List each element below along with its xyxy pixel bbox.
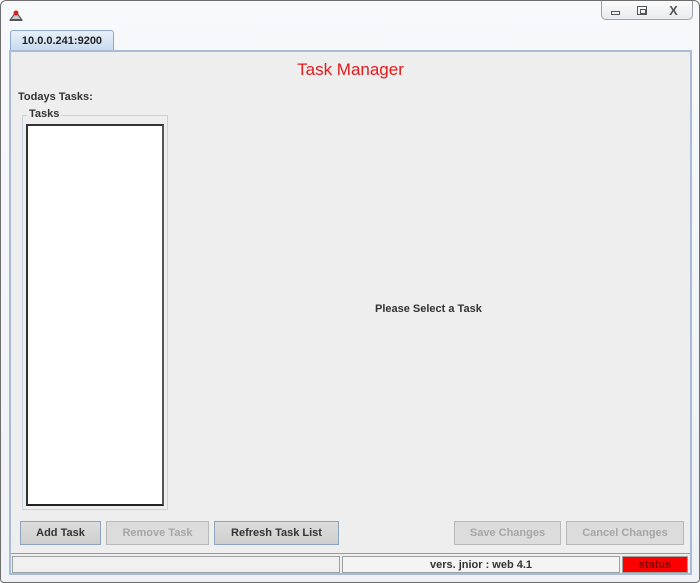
minimize-button[interactable] [602, 1, 628, 19]
maximize-button[interactable] [628, 1, 654, 19]
status-message [12, 556, 340, 573]
close-button[interactable]: X [655, 1, 692, 19]
status-badge: status [622, 556, 688, 573]
maximize-icon [636, 5, 647, 15]
tasks-list[interactable] [26, 124, 164, 506]
page-title: Task Manager [297, 60, 404, 79]
title-bar[interactable]: X [1, 1, 699, 27]
remove-task-button[interactable]: Remove Task [106, 521, 209, 545]
window-controls: X [601, 1, 693, 20]
add-task-button[interactable]: Add Task [20, 521, 101, 545]
task-manager-panel: Task Manager Todays Tasks: Tasks Please … [9, 50, 692, 575]
todays-tasks-label: Todays Tasks: [18, 91, 93, 103]
select-task-placeholder: Please Select a Task [375, 303, 482, 315]
status-bar: vers. jnior : web 4.1 status [11, 553, 690, 573]
tab-connection[interactable]: 10.0.0.241:9200 [10, 30, 114, 51]
cancel-changes-button[interactable]: Cancel Changes [566, 521, 684, 545]
minimize-icon [610, 10, 620, 15]
refresh-task-list-button[interactable]: Refresh Task List [214, 521, 339, 545]
close-icon: X [669, 2, 678, 18]
version-label: vers. jnior : web 4.1 [342, 556, 620, 573]
app-window: X 10.0.0.241:9200 Task Manager Todays Ta… [0, 0, 700, 583]
tasks-group-label: Tasks [27, 108, 62, 120]
java-app-icon [9, 10, 23, 21]
tasks-group: Tasks [22, 108, 168, 510]
save-changes-button[interactable]: Save Changes [454, 521, 561, 545]
